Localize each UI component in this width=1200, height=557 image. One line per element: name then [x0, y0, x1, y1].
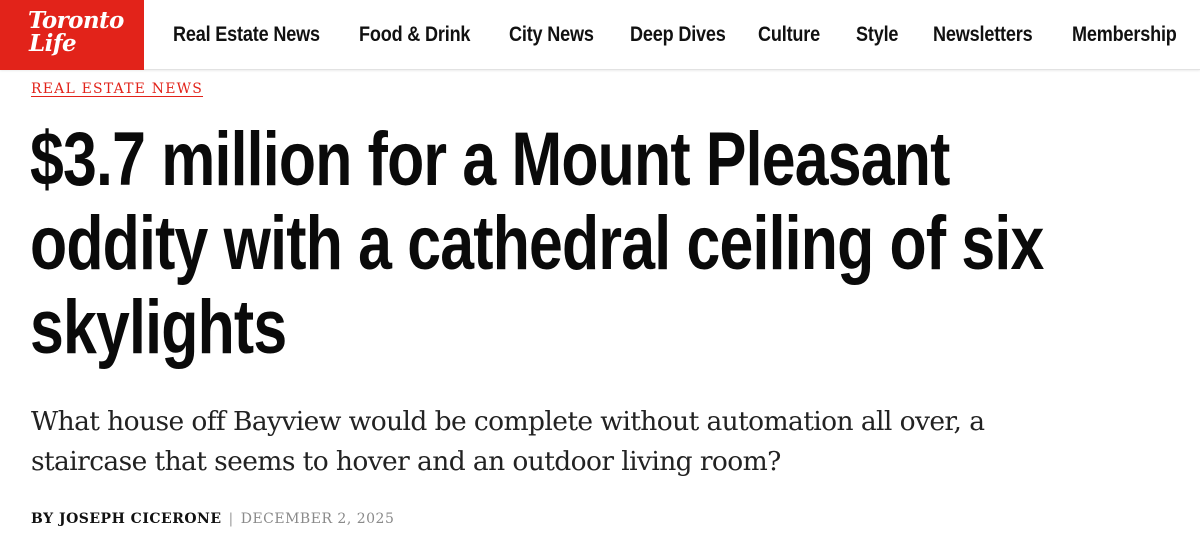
headline-line: skylights	[30, 285, 287, 370]
article-headline: $3.7 million for a Mount Pleasant oddity…	[30, 118, 1134, 370]
nav-item-food-drink[interactable]: Food & Drink	[359, 0, 470, 70]
article-byline: BY JOSEPH CICERONE | DECEMBER 2, 2025	[31, 511, 394, 527]
author-link[interactable]: BY JOSEPH CICERONE	[31, 511, 222, 527]
nav-item-membership[interactable]: Membership	[1072, 0, 1177, 70]
dek-line: staircase that seems to hover and an out…	[31, 446, 781, 477]
nav-item-deep-dives[interactable]: Deep Dives	[630, 0, 726, 70]
publish-date: DECEMBER 2, 2025	[240, 511, 395, 527]
nav-item-city-news[interactable]: City News	[509, 0, 594, 70]
logo-text-line-2: Life	[29, 30, 77, 57]
nav-item-style[interactable]: Style	[856, 0, 898, 70]
site-header: Toronto Life Real Estate News Food & Dri…	[0, 0, 1200, 70]
logo-text-line-1: Toronto	[28, 7, 124, 34]
nav-item-newsletters[interactable]: Newsletters	[933, 0, 1033, 70]
toronto-life-logo[interactable]: Toronto Life	[0, 0, 144, 70]
dek-line: What house off Bayview would be complete…	[31, 406, 985, 437]
headline-line: $3.7 million for a Mount Pleasant	[30, 117, 950, 202]
headline-line: oddity with a cathedral ceiling of six	[30, 201, 1044, 286]
nav-item-real-estate-news[interactable]: Real Estate News	[173, 0, 320, 70]
nav-item-culture[interactable]: Culture	[758, 0, 820, 70]
article-dek: What house off Bayview would be complete…	[31, 402, 1181, 482]
main-navigation: Real Estate News Food & Drink City News …	[144, 0, 1200, 70]
category-kicker-link[interactable]: REAL ESTATE NEWS	[31, 81, 203, 97]
byline-separator: |	[228, 511, 234, 527]
